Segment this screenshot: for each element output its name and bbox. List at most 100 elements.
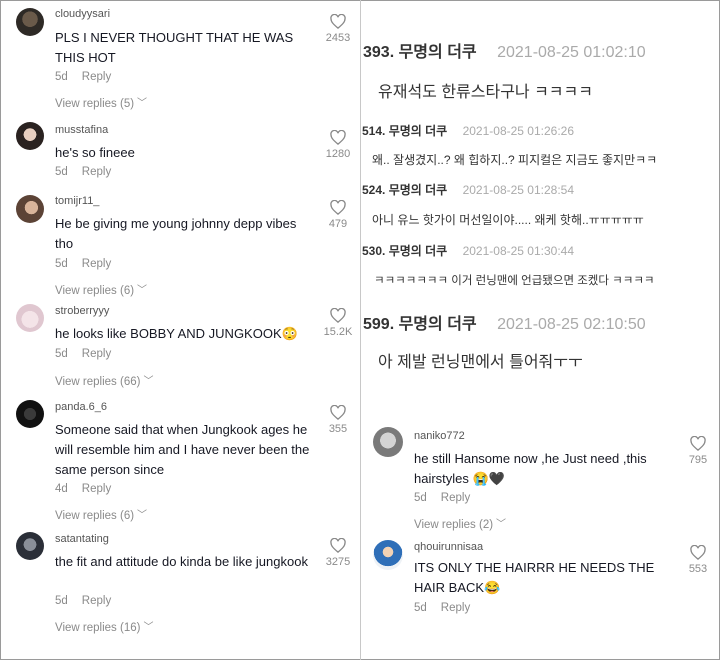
comment-text: he still Hansome now ,he Just need ,this… xyxy=(414,451,647,486)
reply-button[interactable]: Reply xyxy=(82,483,111,495)
reply-button[interactable]: Reply xyxy=(82,71,111,83)
avatar[interactable] xyxy=(16,8,44,36)
post-number: 514. 무명의 더쿠 xyxy=(362,124,448,138)
forum-post-header: 599. 무명의 더쿠 2021-08-25 02:10:50 xyxy=(363,310,646,334)
post-number: 393. 무명의 더쿠 xyxy=(363,44,477,61)
post-number: 524. 무명의 더쿠 xyxy=(362,183,448,197)
avatar[interactable] xyxy=(16,122,44,150)
reply-button[interactable]: Reply xyxy=(82,348,111,360)
view-replies-label: View replies (5) xyxy=(55,98,135,110)
comment-username[interactable]: satantating xyxy=(55,533,109,545)
post-body: 왜.. 잘생겼지..? 왜 힙하지..? 피지컬은 지금도 좋지만ㅋㅋ xyxy=(372,153,658,167)
post-body: 아니 유느 핫가이 머선일이야..... 왜케 핫해..ㅠㅠㅠㅠㅠ xyxy=(372,213,644,227)
comment-text: He be giving me young johnny depp vibes … xyxy=(55,216,297,251)
comment-age: 5d xyxy=(55,595,68,607)
reply-button[interactable]: Reply xyxy=(82,166,111,178)
view-replies-button[interactable]: View replies (16) ﹀ xyxy=(55,619,153,634)
chevron-down-icon: ﹀ xyxy=(137,98,148,109)
view-replies-label: View replies (6) xyxy=(55,285,135,297)
reply-button[interactable]: Reply xyxy=(82,595,111,607)
heart-icon xyxy=(330,405,346,420)
avatar[interactable] xyxy=(16,532,44,560)
view-replies-button[interactable]: View replies (5) ﹀ xyxy=(55,95,147,110)
like-count: 2453 xyxy=(325,32,351,44)
avatar[interactable] xyxy=(373,540,403,570)
avatar[interactable] xyxy=(16,400,44,428)
like-button[interactable]: 795 xyxy=(676,436,720,466)
view-replies-label: View replies (6) xyxy=(55,510,135,522)
like-button[interactable]: 553 xyxy=(676,545,720,575)
comment-age: 5d xyxy=(55,348,68,360)
like-button[interactable]: 479 xyxy=(316,200,360,230)
chevron-down-icon: ﹀ xyxy=(143,376,154,387)
comment-username[interactable]: panda.6_6 xyxy=(55,401,107,413)
comment-text: Someone said that when Jungkook ages he … xyxy=(55,422,310,477)
post-number: 530. 무명의 더쿠 xyxy=(362,244,448,258)
like-button[interactable]: 15.2K xyxy=(316,308,360,338)
panel-divider xyxy=(360,0,361,660)
view-replies-button[interactable]: View replies (2) ﹀ xyxy=(414,516,506,531)
like-button[interactable]: 3275 xyxy=(316,538,360,568)
like-button[interactable]: 2453 xyxy=(316,14,360,44)
forum-post-header: 524. 무명의 더쿠 2021-08-25 01:28:54 xyxy=(362,181,574,198)
avatar[interactable] xyxy=(373,427,403,457)
heart-icon xyxy=(690,545,706,560)
comment-text: the fit and attitude do kinda be like ju… xyxy=(55,554,308,569)
chevron-down-icon: ﹀ xyxy=(496,519,507,530)
post-body: 유재석도 한류스타구나 ㅋㅋㅋㅋ xyxy=(378,84,593,101)
comment-age: 5d xyxy=(414,602,427,614)
avatar[interactable] xyxy=(16,195,44,223)
comment-age: 5d xyxy=(55,71,68,83)
avatar[interactable] xyxy=(16,304,44,332)
post-number: 599. 무명의 더쿠 xyxy=(363,316,477,333)
like-count: 479 xyxy=(328,218,348,230)
post-date: 2021-08-25 01:30:44 xyxy=(462,244,575,258)
view-replies-button[interactable]: View replies (6) ﹀ xyxy=(55,282,147,297)
comment-meta: 4d Reply xyxy=(55,483,111,495)
view-replies-button[interactable]: View replies (66) ﹀ xyxy=(55,373,153,388)
comment-meta: 5d Reply xyxy=(55,258,111,270)
comment-meta: 5d Reply xyxy=(414,602,470,614)
comment-age: 5d xyxy=(55,258,68,270)
comment-text: PLS I NEVER THOUGHT THAT HE WAS THIS HOT xyxy=(55,30,294,65)
comment-meta: 5d Reply xyxy=(55,348,111,360)
comment-age: 5d xyxy=(414,492,427,504)
post-body: ㅋㅋㅋㅋㅋㅋㅋ 이거 런닝맨에 언급됐으면 조켔다 ㅋㅋㅋㅋ xyxy=(374,275,655,287)
post-date: 2021-08-25 02:10:50 xyxy=(497,316,646,333)
view-replies-label: View replies (66) xyxy=(55,376,141,388)
heart-icon xyxy=(330,14,346,29)
comment-meta: 5d Reply xyxy=(55,166,111,178)
post-date: 2021-08-25 01:02:10 xyxy=(497,44,646,61)
forum-post-header: 514. 무명의 더쿠 2021-08-25 01:26:26 xyxy=(362,122,574,139)
comment-username[interactable]: qhouirunnisaa xyxy=(414,541,483,553)
comment-username[interactable]: naniko772 xyxy=(414,430,465,442)
comment-text: he's so fineee xyxy=(55,145,135,160)
heart-icon xyxy=(330,130,346,145)
comment-text: ITS ONLY THE HAIRRR HE NEEDS THE HAIR BA… xyxy=(414,560,655,595)
reply-button[interactable]: Reply xyxy=(441,602,470,614)
comment-username[interactable]: cloudyysari xyxy=(55,8,110,20)
reply-button[interactable]: Reply xyxy=(82,258,111,270)
like-count: 355 xyxy=(328,423,348,435)
like-button[interactable]: 355 xyxy=(316,405,360,435)
forum-post-header: 530. 무명의 더쿠 2021-08-25 01:30:44 xyxy=(362,242,574,259)
like-button[interactable]: 1280 xyxy=(316,130,360,160)
forum-post-header: 393. 무명의 더쿠 2021-08-25 01:02:10 xyxy=(363,38,646,62)
comment-username[interactable]: stroberryyy xyxy=(55,305,109,317)
comment-text: he looks like BOBBY AND JUNGKOOK😳 xyxy=(55,326,298,341)
heart-icon xyxy=(330,308,346,323)
view-replies-button[interactable]: View replies (6) ﹀ xyxy=(55,507,147,522)
comment-meta: 5d Reply xyxy=(55,71,111,83)
chevron-down-icon: ﹀ xyxy=(137,285,148,296)
comment-age: 4d xyxy=(55,483,68,495)
like-count: 1280 xyxy=(325,148,351,160)
comment-meta: 5d Reply xyxy=(414,492,470,504)
heart-icon xyxy=(330,200,346,215)
comment-username[interactable]: tomijr11_ xyxy=(55,195,99,207)
comment-username[interactable]: musstafina xyxy=(55,124,108,136)
post-body: 아 제발 런닝맨에서 틀어줘ㅜㅜ xyxy=(378,354,583,371)
reply-button[interactable]: Reply xyxy=(441,492,470,504)
view-replies-label: View replies (2) xyxy=(414,519,494,531)
heart-icon xyxy=(690,436,706,451)
post-date: 2021-08-25 01:26:26 xyxy=(462,124,575,138)
